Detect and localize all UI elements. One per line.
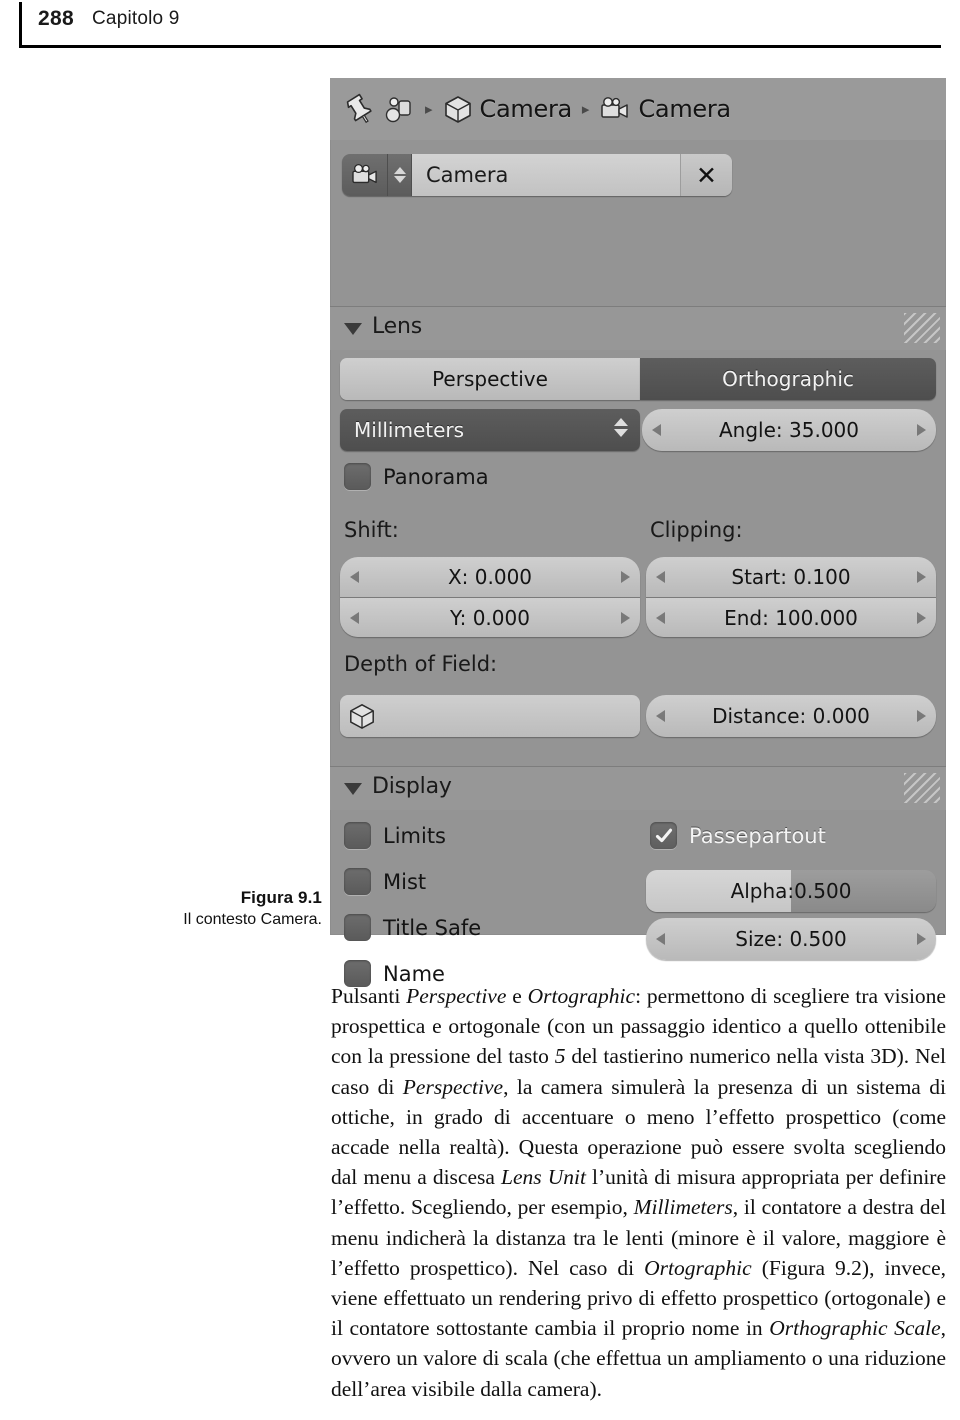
lens-unit-label: Millimeters	[354, 418, 465, 442]
lens-section-title: Lens	[372, 314, 423, 339]
dof-group-label: Depth of Field:	[344, 652, 498, 676]
resize-grip-icon	[904, 773, 940, 803]
shift-group-label: Shift:	[344, 518, 399, 542]
pin-icon[interactable]	[342, 93, 376, 125]
passepartout-checkbox[interactable]: Passepartout	[650, 822, 826, 849]
figure-caption: Figura 9.1 Il contesto Camera.	[130, 888, 322, 929]
chevron-right-icon[interactable]	[917, 933, 926, 945]
dof-distance-label: Distance: 0.000	[712, 704, 870, 728]
lens-angle-field[interactable]: Angle: 35.000	[642, 409, 936, 451]
dof-distance-field[interactable]: Distance: 0.000	[646, 695, 936, 737]
camera-datablock-row: Camera ✕	[342, 154, 732, 196]
body-paragraph: Pulsanti Perspective e Ortographic: perm…	[331, 984, 947, 1401]
checkbox-box	[344, 463, 371, 490]
checkbox-box	[650, 822, 677, 849]
check-icon	[655, 828, 672, 842]
figure-caption-text: Il contesto Camera.	[183, 911, 322, 928]
chevron-left-icon[interactable]	[656, 710, 665, 722]
chevron-left-icon[interactable]	[350, 611, 359, 624]
display-section-title: Display	[372, 774, 452, 799]
lens-type-perspective-button[interactable]: Perspective	[340, 358, 640, 400]
size-label: Size: 0.500	[735, 927, 847, 951]
dof-object-field[interactable]	[340, 695, 640, 737]
alpha-slider[interactable]: Alpha:0.500	[646, 870, 936, 912]
shift-y-field[interactable]: Y: 0.000	[340, 597, 640, 637]
breadcrumb: ▸ Camera ▸ Camera	[330, 78, 946, 140]
shift-x-label: X: 0.000	[447, 565, 533, 589]
shift-x-field[interactable]: X: 0.000	[340, 557, 640, 597]
clipping-start-field[interactable]: Start: 0.100	[646, 557, 936, 597]
datablock-clear-button[interactable]: ✕	[680, 154, 732, 196]
running-head-left-rule	[19, 2, 22, 46]
passepartout-size-field[interactable]: Size: 0.500	[646, 918, 936, 960]
title-safe-label: Title Safe	[383, 915, 482, 940]
chevron-right-icon[interactable]	[917, 710, 926, 722]
figure-caption-title: Figura 9.1	[240, 888, 322, 907]
checkbox-box	[344, 868, 371, 895]
datablock-name-input[interactable]: Camera	[412, 154, 680, 196]
checkbox-box	[344, 822, 371, 849]
running-head: 288 Capitolo 9	[0, 0, 960, 48]
breadcrumb-object-label[interactable]: Camera	[480, 95, 573, 123]
panorama-label: Panorama	[383, 464, 489, 489]
lens-type-orthographic-button[interactable]: Orthographic	[640, 358, 936, 400]
chevron-right-icon[interactable]	[917, 611, 926, 624]
title-safe-checkbox[interactable]: Title Safe	[344, 914, 481, 941]
camera-data-icon[interactable]	[599, 96, 631, 122]
chevron-right-icon[interactable]	[917, 571, 926, 583]
page-number: 288	[38, 7, 74, 30]
lens-section-header[interactable]: Lens	[330, 306, 946, 350]
breadcrumb-data-label[interactable]: Camera	[638, 95, 731, 123]
chevron-right-icon[interactable]	[621, 571, 630, 583]
datablock-browse-arrows-icon[interactable]	[388, 154, 412, 196]
breadcrumb-separator-icon-2: ▸	[581, 100, 590, 118]
running-head-rule	[19, 45, 941, 48]
chevron-right-icon[interactable]	[621, 611, 630, 624]
limits-checkbox[interactable]: Limits	[344, 822, 446, 849]
chevron-left-icon[interactable]	[656, 571, 665, 583]
chevron-left-icon[interactable]	[656, 933, 665, 945]
lens-unit-dropdown[interactable]: Millimeters	[340, 409, 640, 451]
passepartout-label: Passepartout	[689, 823, 826, 848]
panorama-checkbox[interactable]: Panorama	[344, 463, 489, 490]
breadcrumb-separator-icon: ▸	[425, 100, 433, 118]
perspective-label: Perspective	[432, 367, 548, 391]
checkbox-box	[344, 914, 371, 941]
chevron-left-icon[interactable]	[656, 611, 665, 624]
chevron-right-icon[interactable]	[917, 424, 926, 436]
orthographic-label: Orthographic	[722, 367, 854, 391]
blender-properties-panel: ▸ Camera ▸ Camera Camera ✕ Lens Perspect…	[330, 78, 946, 987]
chevron-left-icon[interactable]	[652, 424, 661, 436]
mist-label: Mist	[383, 869, 427, 894]
clipping-start-label: Start: 0.100	[731, 565, 851, 589]
chevron-left-icon[interactable]	[350, 571, 359, 583]
alpha-slider-label: Alpha:0.500	[730, 879, 852, 903]
clipping-end-label: End: 100.000	[724, 605, 858, 630]
display-section-header[interactable]: Display	[330, 766, 946, 810]
clipping-group-label: Clipping:	[650, 518, 743, 542]
resize-grip-icon	[904, 313, 940, 343]
dropdown-arrows-icon	[614, 418, 628, 437]
cube-icon	[348, 702, 376, 730]
limits-label: Limits	[383, 823, 446, 848]
shift-y-label: Y: 0.000	[450, 605, 530, 630]
lens-angle-label: Angle: 35.000	[719, 418, 859, 442]
triangle-down-icon[interactable]	[344, 323, 362, 335]
mist-checkbox[interactable]: Mist	[344, 868, 426, 895]
clipping-end-field[interactable]: End: 100.000	[646, 597, 936, 637]
datablock-camera-icon[interactable]	[342, 154, 388, 196]
chapter-title: Capitolo 9	[92, 8, 180, 29]
triangle-down-icon[interactable]	[344, 783, 362, 795]
cube-icon[interactable]	[443, 94, 473, 124]
object-data-icon[interactable]	[383, 93, 415, 125]
